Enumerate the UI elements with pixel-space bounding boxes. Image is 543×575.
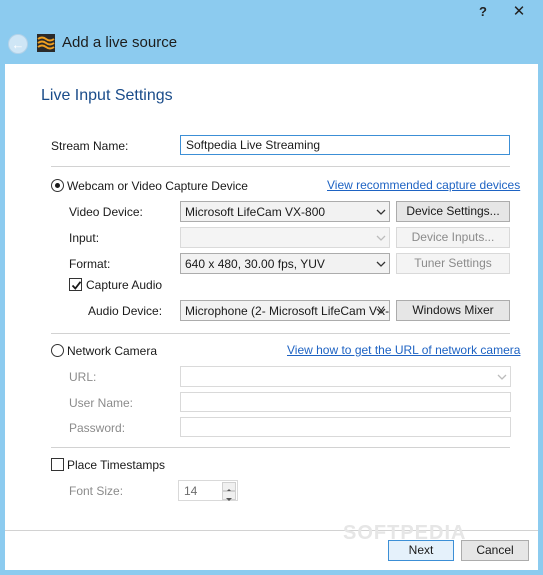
next-button[interactable]: Next (388, 540, 454, 561)
audio-device-value: Microphone (2- Microsoft LifeCam VX-800) (185, 304, 390, 318)
device-settings-button[interactable]: Device Settings... (396, 201, 510, 222)
help-button[interactable]: ? (469, 0, 497, 22)
window-title: Add a live source (62, 34, 178, 51)
font-size-label: Font Size: (69, 484, 124, 498)
audio-device-select[interactable]: Microphone (2- Microsoft LifeCam VX-800) (180, 300, 390, 321)
user-name-label: User Name: (69, 396, 134, 410)
section-title: Live Input Settings (41, 87, 173, 104)
windows-mixer-button[interactable]: Windows Mixer (396, 300, 510, 321)
back-arrow-icon[interactable]: ← (8, 34, 28, 54)
device-inputs-button[interactable]: Device Inputs... (396, 227, 510, 248)
stream-name-input[interactable]: Softpedia Live Streaming (180, 135, 510, 155)
place-timestamps-label[interactable]: Place Timestamps (67, 458, 165, 472)
live-source-app-icon (37, 34, 55, 52)
url-label: URL: (69, 370, 97, 384)
capture-audio-checkbox[interactable] (69, 278, 82, 291)
stream-name-label: Stream Name: (51, 139, 129, 153)
spin-up-icon[interactable] (222, 482, 236, 492)
format-value: 640 x 480, 30.00 fps, YUV (185, 257, 325, 271)
video-device-label: Video Device: (69, 205, 143, 219)
user-name-input[interactable] (180, 392, 511, 412)
format-select[interactable]: 640 x 480, 30.00 fps, YUV (180, 253, 390, 274)
password-input[interactable] (180, 417, 511, 437)
chevron-down-icon (497, 374, 507, 380)
checkmark-icon (71, 281, 82, 290)
font-size-value: 14 (184, 484, 198, 498)
audio-device-label: Audio Device: (88, 304, 163, 318)
password-label: Password: (69, 421, 126, 435)
close-button[interactable]: ✕ (503, 0, 535, 22)
webcam-radio[interactable] (51, 179, 64, 192)
tuner-settings-button[interactable]: Tuner Settings (396, 253, 510, 274)
video-device-value: Microsoft LifeCam VX-800 (185, 205, 326, 219)
input-select[interactable] (180, 227, 390, 248)
network-camera-url-help-link[interactable]: View how to get the URL of network camer… (287, 343, 520, 357)
window-frame-bottom (0, 570, 543, 575)
separator (51, 447, 510, 448)
window-frame-right (538, 64, 543, 575)
chevron-down-icon (376, 308, 386, 314)
separator (51, 333, 510, 334)
network-camera-radio-label[interactable]: Network Camera (67, 344, 157, 358)
place-timestamps-checkbox[interactable] (51, 458, 64, 471)
recommended-devices-link[interactable]: View recommended capture devices (327, 178, 520, 192)
capture-audio-label[interactable]: Capture Audio (86, 278, 162, 292)
chevron-down-icon (376, 261, 386, 267)
chevron-down-icon (376, 235, 386, 241)
network-camera-radio[interactable] (51, 344, 64, 357)
chevron-down-icon (376, 209, 386, 215)
format-label: Format: (69, 257, 111, 271)
video-device-select[interactable]: Microsoft LifeCam VX-800 (180, 201, 390, 222)
spin-down-icon[interactable] (222, 491, 236, 501)
font-size-stepper[interactable]: 14 (178, 480, 238, 501)
cancel-button[interactable]: Cancel (461, 540, 529, 561)
webcam-radio-label[interactable]: Webcam or Video Capture Device (67, 179, 248, 193)
input-label: Input: (69, 231, 100, 245)
url-combo[interactable] (180, 366, 511, 387)
window-frame-top (0, 0, 543, 64)
separator (51, 166, 510, 167)
